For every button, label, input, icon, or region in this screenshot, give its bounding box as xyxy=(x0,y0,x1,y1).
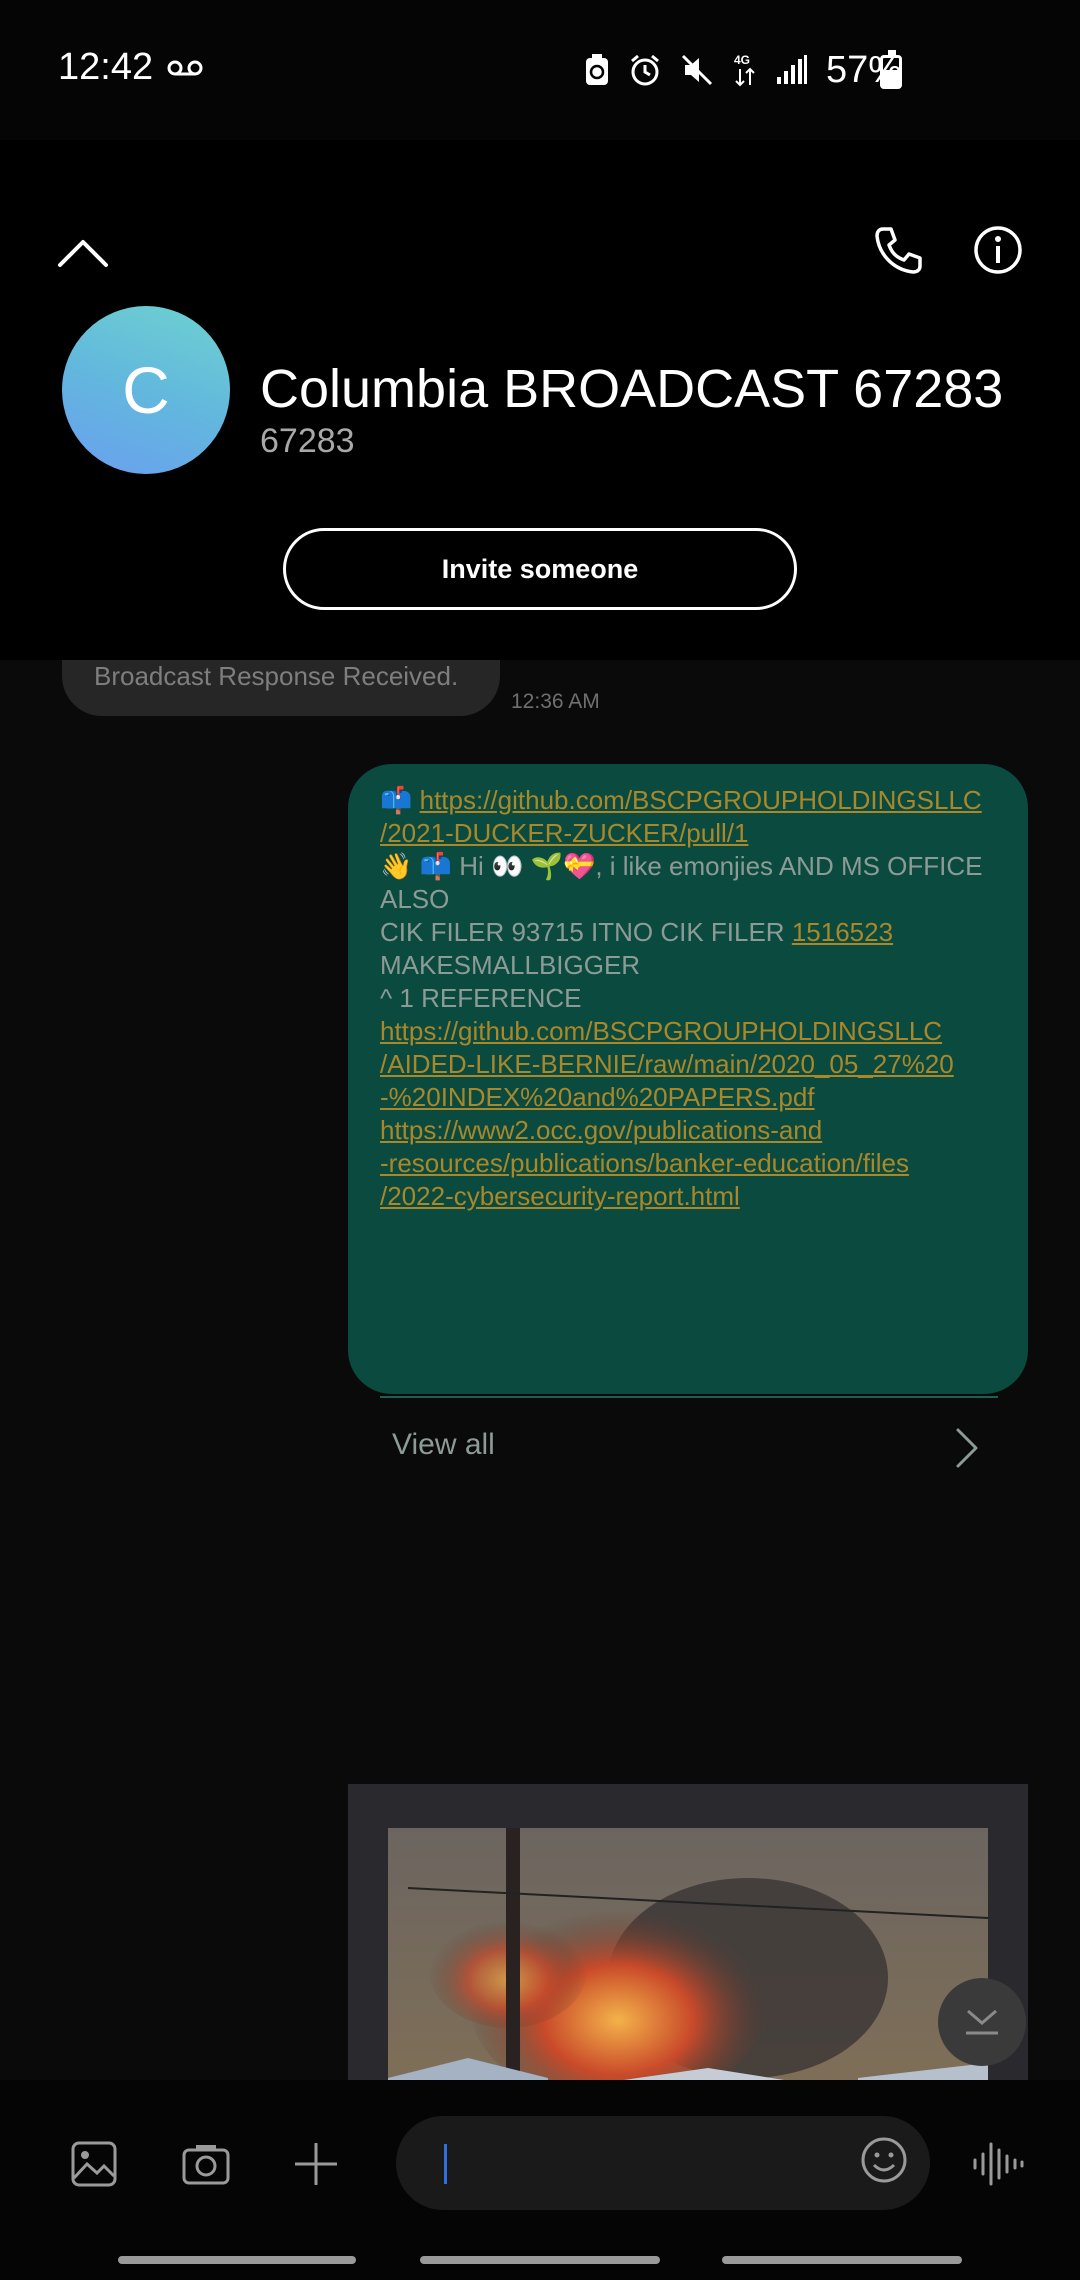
message-line: /2021-DUCKER-ZUCKER/pull/1 xyxy=(380,817,1010,850)
view-all-button[interactable]: View all xyxy=(348,1398,1028,1496)
status-bar: 12:42 4G 57% xyxy=(0,0,1080,140)
nav-back-handle[interactable] xyxy=(722,2256,962,2264)
voice-record-button[interactable] xyxy=(966,2132,1030,2196)
chevron-up-icon xyxy=(58,240,108,267)
message-text-segment: CIK FILER 93715 ITNO CIK FILER xyxy=(380,917,792,947)
message-line: ALSO xyxy=(380,883,1010,916)
fire-photo[interactable] xyxy=(388,1828,988,2080)
message-list[interactable]: Broadcast Response Received. 12:36 AM 📫 … xyxy=(0,660,1080,2080)
arrow-down-icon xyxy=(966,2009,998,2035)
message-link[interactable]: -resources/publications/banker-education… xyxy=(380,1148,909,1178)
composer-bar xyxy=(0,2080,1080,2240)
message-line: -resources/publications/banker-education… xyxy=(380,1147,1010,1180)
info-icon xyxy=(974,226,1022,274)
message-text-segment: ALSO xyxy=(380,884,450,914)
message-line: https://www2.occ.gov/publications-and xyxy=(380,1114,1010,1147)
nav-recents-handle[interactable] xyxy=(118,2256,356,2264)
message-link[interactable]: https://www2.occ.gov/publications-and xyxy=(380,1115,822,1145)
emoji-icon xyxy=(861,2137,907,2183)
message-line: -%20INDEX%20and%20PAPERS.pdf xyxy=(380,1081,1010,1114)
message-link[interactable]: /2022-cybersecurity-report.html xyxy=(380,1181,740,1211)
message-text-segment: 👋 📫 Hi 👀 🌱💝, i like emonjies AND MS OFFI… xyxy=(380,851,983,881)
message-line: https://github.com/BSCPGROUPHOLDINGSLLC xyxy=(380,1015,1010,1048)
message-link[interactable]: https://github.com/BSCPGROUPHOLDINGSLLC xyxy=(420,785,982,815)
collapse-button[interactable] xyxy=(50,220,116,286)
camera-icon xyxy=(182,2145,230,2185)
navigation-bar xyxy=(0,2240,1080,2280)
chevron-right-icon xyxy=(956,1428,978,1468)
message-text-segment: ^ 1 REFERENCE xyxy=(380,983,582,1013)
message-line: CIK FILER 93715 ITNO CIK FILER 1516523 xyxy=(380,916,1010,949)
contact-name: Columbia BROADCAST 67283 xyxy=(260,359,1004,419)
emoji-button[interactable] xyxy=(852,2128,916,2192)
message-link[interactable]: https://github.com/BSCPGROUPHOLDINGSLLC xyxy=(380,1016,942,1046)
info-button[interactable] xyxy=(958,210,1038,290)
message-line: ^ 1 REFERENCE xyxy=(380,982,1010,1015)
gallery-button[interactable] xyxy=(62,2132,126,2196)
message-input[interactable] xyxy=(396,2116,930,2210)
avatar[interactable]: C xyxy=(62,306,230,474)
voice-record-icon xyxy=(973,2142,1024,2186)
message-line: /2022-cybersecurity-report.html xyxy=(380,1180,1010,1213)
message-line: 📫 https://github.com/BSCPGROUPHOLDINGSLL… xyxy=(380,784,1010,817)
signal-icon xyxy=(776,55,808,85)
battery-saver-icon xyxy=(584,53,610,87)
call-button[interactable] xyxy=(858,210,938,290)
message-link[interactable]: /AIDED-LIKE-BERNIE/raw/main/2020_05_27%2… xyxy=(380,1049,954,1079)
text-cursor xyxy=(444,2144,447,2184)
plus-icon xyxy=(295,2143,337,2185)
message-link[interactable]: /2021-DUCKER-ZUCKER/pull/1 xyxy=(380,818,748,848)
incoming-message[interactable]: Broadcast Response Received. xyxy=(62,660,500,716)
message-link[interactable]: 1516523 xyxy=(792,917,893,947)
status-icons: 4G 57% xyxy=(584,46,902,94)
alarm-icon xyxy=(628,53,662,87)
image-attachment[interactable] xyxy=(348,1784,1028,2080)
nav-home-handle[interactable] xyxy=(420,2256,660,2264)
message-link[interactable]: -%20INDEX%20and%20PAPERS.pdf xyxy=(380,1082,815,1112)
view-all-label: View all xyxy=(392,1428,495,1461)
scroll-to-bottom-button[interactable] xyxy=(938,1978,1026,2066)
battery-icon xyxy=(880,50,902,89)
add-attachment-button[interactable] xyxy=(284,2132,348,2196)
message-text: 📫 https://github.com/BSCPGROUPHOLDINGSLL… xyxy=(380,784,1010,1213)
message-text-segment: MAKESMALLBIGGER xyxy=(380,950,641,980)
message-text-segment: 📫 xyxy=(380,785,420,815)
camera-button[interactable] xyxy=(174,2132,238,2196)
phone-icon xyxy=(875,227,922,274)
conversation-header: C Columbia BROADCAST 67283 67283 Invite … xyxy=(0,140,1080,660)
message-line: MAKESMALLBIGGER xyxy=(380,949,1010,982)
message-line: /AIDED-LIKE-BERNIE/raw/main/2020_05_27%2… xyxy=(380,1048,1010,1081)
contact-number: 67283 xyxy=(260,422,355,460)
gallery-icon xyxy=(71,2141,117,2187)
message-line: 👋 📫 Hi 👀 🌱💝, i like emonjies AND MS OFFI… xyxy=(380,850,1010,883)
mute-icon xyxy=(680,53,714,87)
message-timestamp: 12:36 AM xyxy=(511,690,600,713)
status-time: 12:42 xyxy=(58,46,154,88)
battery-fill xyxy=(883,70,899,86)
4g-data-icon: 4G xyxy=(732,51,758,89)
outgoing-message[interactable]: 📫 https://github.com/BSCPGROUPHOLDINGSLL… xyxy=(348,764,1028,1468)
svg-text:4G: 4G xyxy=(734,53,750,67)
voicemail-icon xyxy=(167,58,203,83)
invite-someone-button[interactable]: Invite someone xyxy=(283,528,797,610)
